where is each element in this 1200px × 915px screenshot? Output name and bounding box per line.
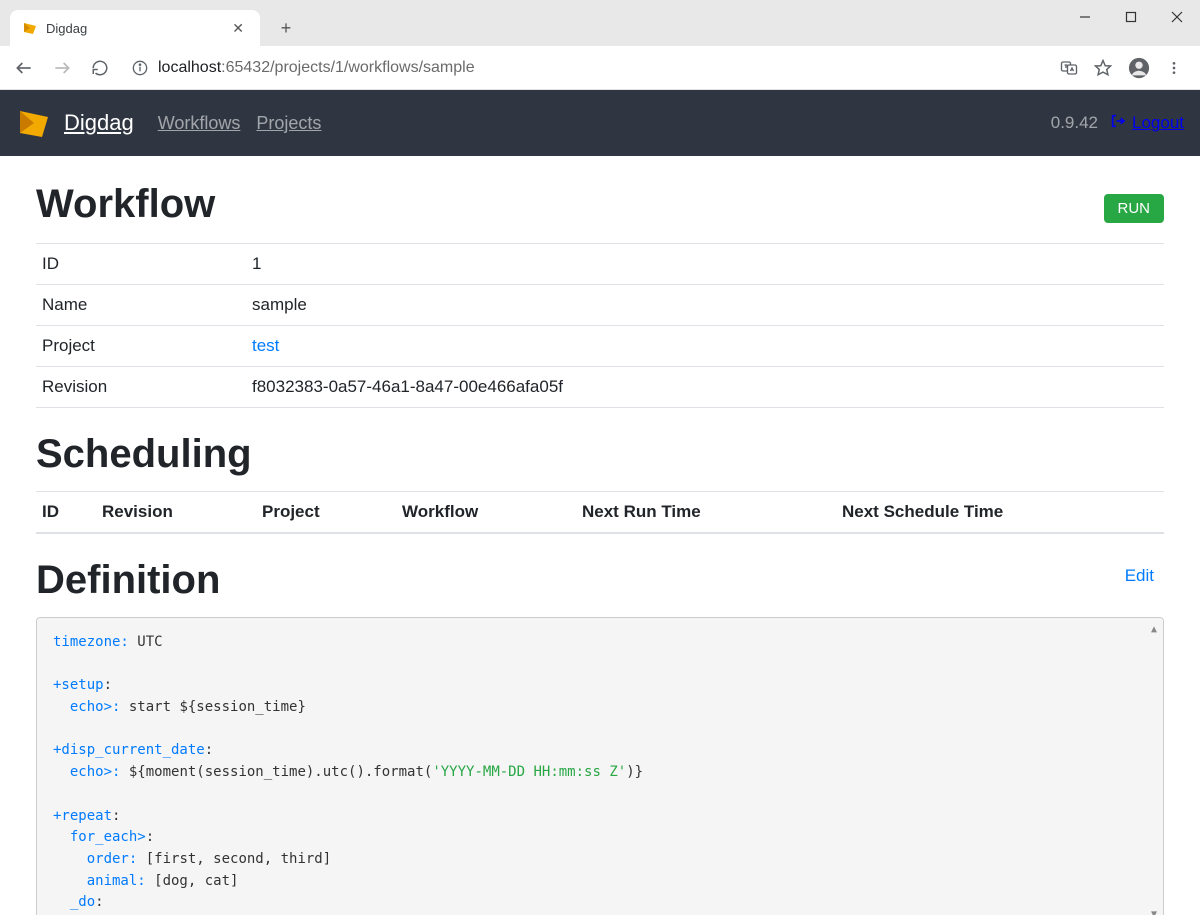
window-minimize-button[interactable]: [1062, 0, 1108, 34]
row-label: Project: [36, 326, 246, 367]
col-project: Project: [256, 492, 396, 534]
browser-tab[interactable]: Digdag ✕: [10, 10, 260, 46]
version-text: 0.9.42: [1051, 113, 1098, 133]
workflow-heading: Workflow: [36, 182, 215, 227]
browser-menu-icon[interactable]: [1166, 60, 1182, 76]
col-id: ID: [36, 492, 96, 534]
definition-heading: Definition: [36, 558, 220, 603]
col-next-run: Next Run Time: [576, 492, 836, 534]
logout-icon: [1110, 113, 1126, 134]
window-title-bar: Digdag ✕ +: [0, 0, 1200, 46]
bookmark-star-icon[interactable]: [1094, 59, 1112, 77]
table-row: Project test: [36, 326, 1164, 367]
profile-avatar-icon[interactable]: [1128, 57, 1150, 79]
row-value: test: [246, 326, 1164, 367]
row-value: sample: [246, 285, 1164, 326]
code-scrollbar[interactable]: ▲▼: [1147, 622, 1161, 915]
project-link[interactable]: test: [252, 336, 279, 355]
app-navbar: Digdag Workflows Projects 0.9.42 Logout: [0, 90, 1200, 156]
col-revision: Revision: [96, 492, 256, 534]
run-button[interactable]: RUN: [1104, 194, 1165, 223]
reload-button[interactable]: [86, 54, 114, 82]
workflow-detail-table: ID 1 Name sample Project test Revision f…: [36, 243, 1164, 408]
col-next-schedule: Next Schedule Time: [836, 492, 1164, 534]
brand-link[interactable]: Digdag: [64, 110, 134, 136]
scroll-up-icon[interactable]: ▲: [1151, 622, 1157, 638]
window-maximize-button[interactable]: [1108, 0, 1154, 34]
logout-label: Logout: [1132, 113, 1184, 133]
scheduling-heading: Scheduling: [36, 432, 1164, 477]
page-content: Workflow RUN ID 1 Name sample Project te…: [0, 156, 1200, 915]
forward-button[interactable]: [48, 54, 76, 82]
row-label: Name: [36, 285, 246, 326]
address-bar[interactable]: localhost:65432/projects/1/workflows/sam…: [124, 52, 1050, 84]
row-value: 1: [246, 244, 1164, 285]
digdag-favicon: [22, 20, 38, 36]
table-row: Revision f8032383-0a57-46a1-8a47-00e466a…: [36, 367, 1164, 408]
site-info-icon[interactable]: [132, 60, 148, 76]
nav-projects[interactable]: Projects: [256, 113, 321, 134]
back-button[interactable]: [10, 54, 38, 82]
nav-workflows[interactable]: Workflows: [158, 113, 241, 134]
translate-icon[interactable]: [1060, 59, 1078, 77]
scheduling-table: ID Revision Project Workflow Next Run Ti…: [36, 491, 1164, 534]
tab-close-icon[interactable]: ✕: [228, 18, 248, 39]
table-row: ID 1: [36, 244, 1164, 285]
row-value: f8032383-0a57-46a1-8a47-00e466afa05f: [246, 367, 1164, 408]
browser-toolbar: localhost:65432/projects/1/workflows/sam…: [0, 46, 1200, 90]
scroll-down-icon[interactable]: ▼: [1151, 907, 1157, 915]
definition-code-box[interactable]: timezone: UTC +setup: echo>: start ${ses…: [36, 617, 1164, 915]
logout-link[interactable]: Logout: [1110, 113, 1184, 134]
digdag-logo-icon: [16, 105, 52, 141]
window-close-button[interactable]: [1154, 0, 1200, 34]
row-label: Revision: [36, 367, 246, 408]
tab-title: Digdag: [46, 21, 87, 36]
row-label: ID: [36, 244, 246, 285]
table-row: Name sample: [36, 285, 1164, 326]
col-workflow: Workflow: [396, 492, 576, 534]
new-tab-button[interactable]: +: [272, 14, 300, 42]
url-text: localhost:65432/projects/1/workflows/sam…: [158, 59, 475, 77]
edit-button[interactable]: Edit: [1115, 560, 1164, 592]
